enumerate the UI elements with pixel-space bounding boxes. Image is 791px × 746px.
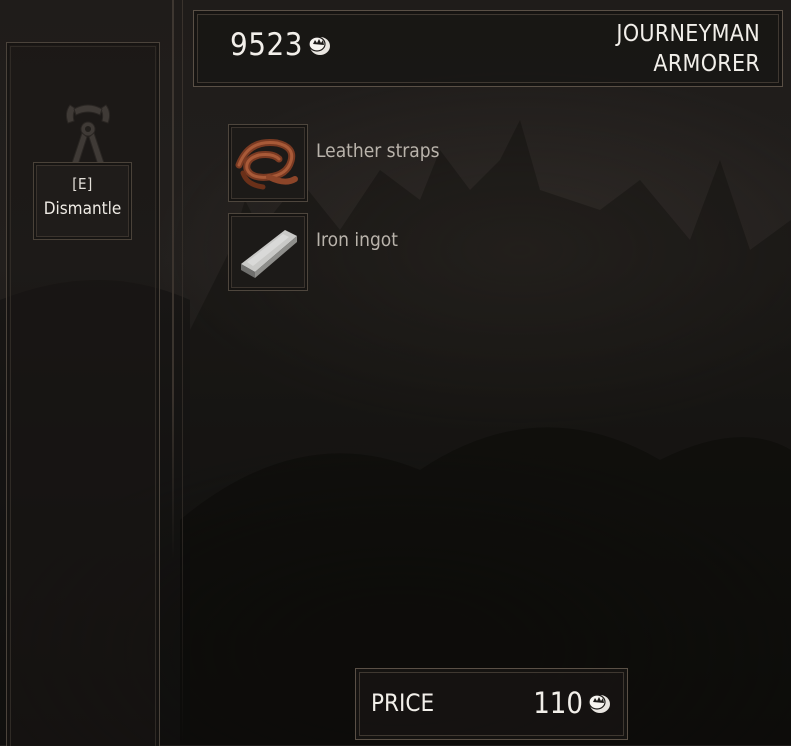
component-row[interactable]: Iron ingot	[228, 213, 628, 291]
money-amount: 9523	[230, 27, 303, 63]
iron-ingot-icon	[241, 230, 297, 278]
panel-divider	[172, 0, 174, 560]
craftsman-title: JOURNEYMAN ARMORER	[616, 19, 760, 79]
crowns-coin-icon	[588, 694, 610, 713]
component-slot[interactable]	[228, 213, 308, 291]
header-panel: 9523 JOURNEYMAN ARMORER	[193, 10, 783, 87]
panel-divider-outer	[182, 0, 183, 745]
dismantle-key-hint: [E]	[72, 175, 93, 193]
component-row[interactable]: Leather straps	[228, 124, 628, 202]
price-label: PRICE	[371, 689, 435, 717]
price-value: 110	[533, 686, 611, 720]
component-slot[interactable]	[228, 124, 308, 202]
leather-straps-icon	[235, 138, 298, 190]
price-panel: PRICE 110	[355, 668, 628, 740]
component-name: Leather straps	[316, 140, 440, 162]
craftsman-level: JOURNEYMAN	[616, 21, 760, 47]
price-amount: 110	[533, 686, 583, 720]
left-tool-panel: [E] Dismantle	[6, 42, 160, 746]
craftsman-type: ARMORER	[653, 51, 760, 77]
dismantle-button[interactable]: [E] Dismantle	[33, 162, 132, 240]
component-name: Iron ingot	[316, 229, 398, 251]
crowns-coin-icon	[308, 36, 330, 55]
money-display: 9523	[230, 27, 331, 63]
dismantle-label: Dismantle	[43, 199, 122, 219]
